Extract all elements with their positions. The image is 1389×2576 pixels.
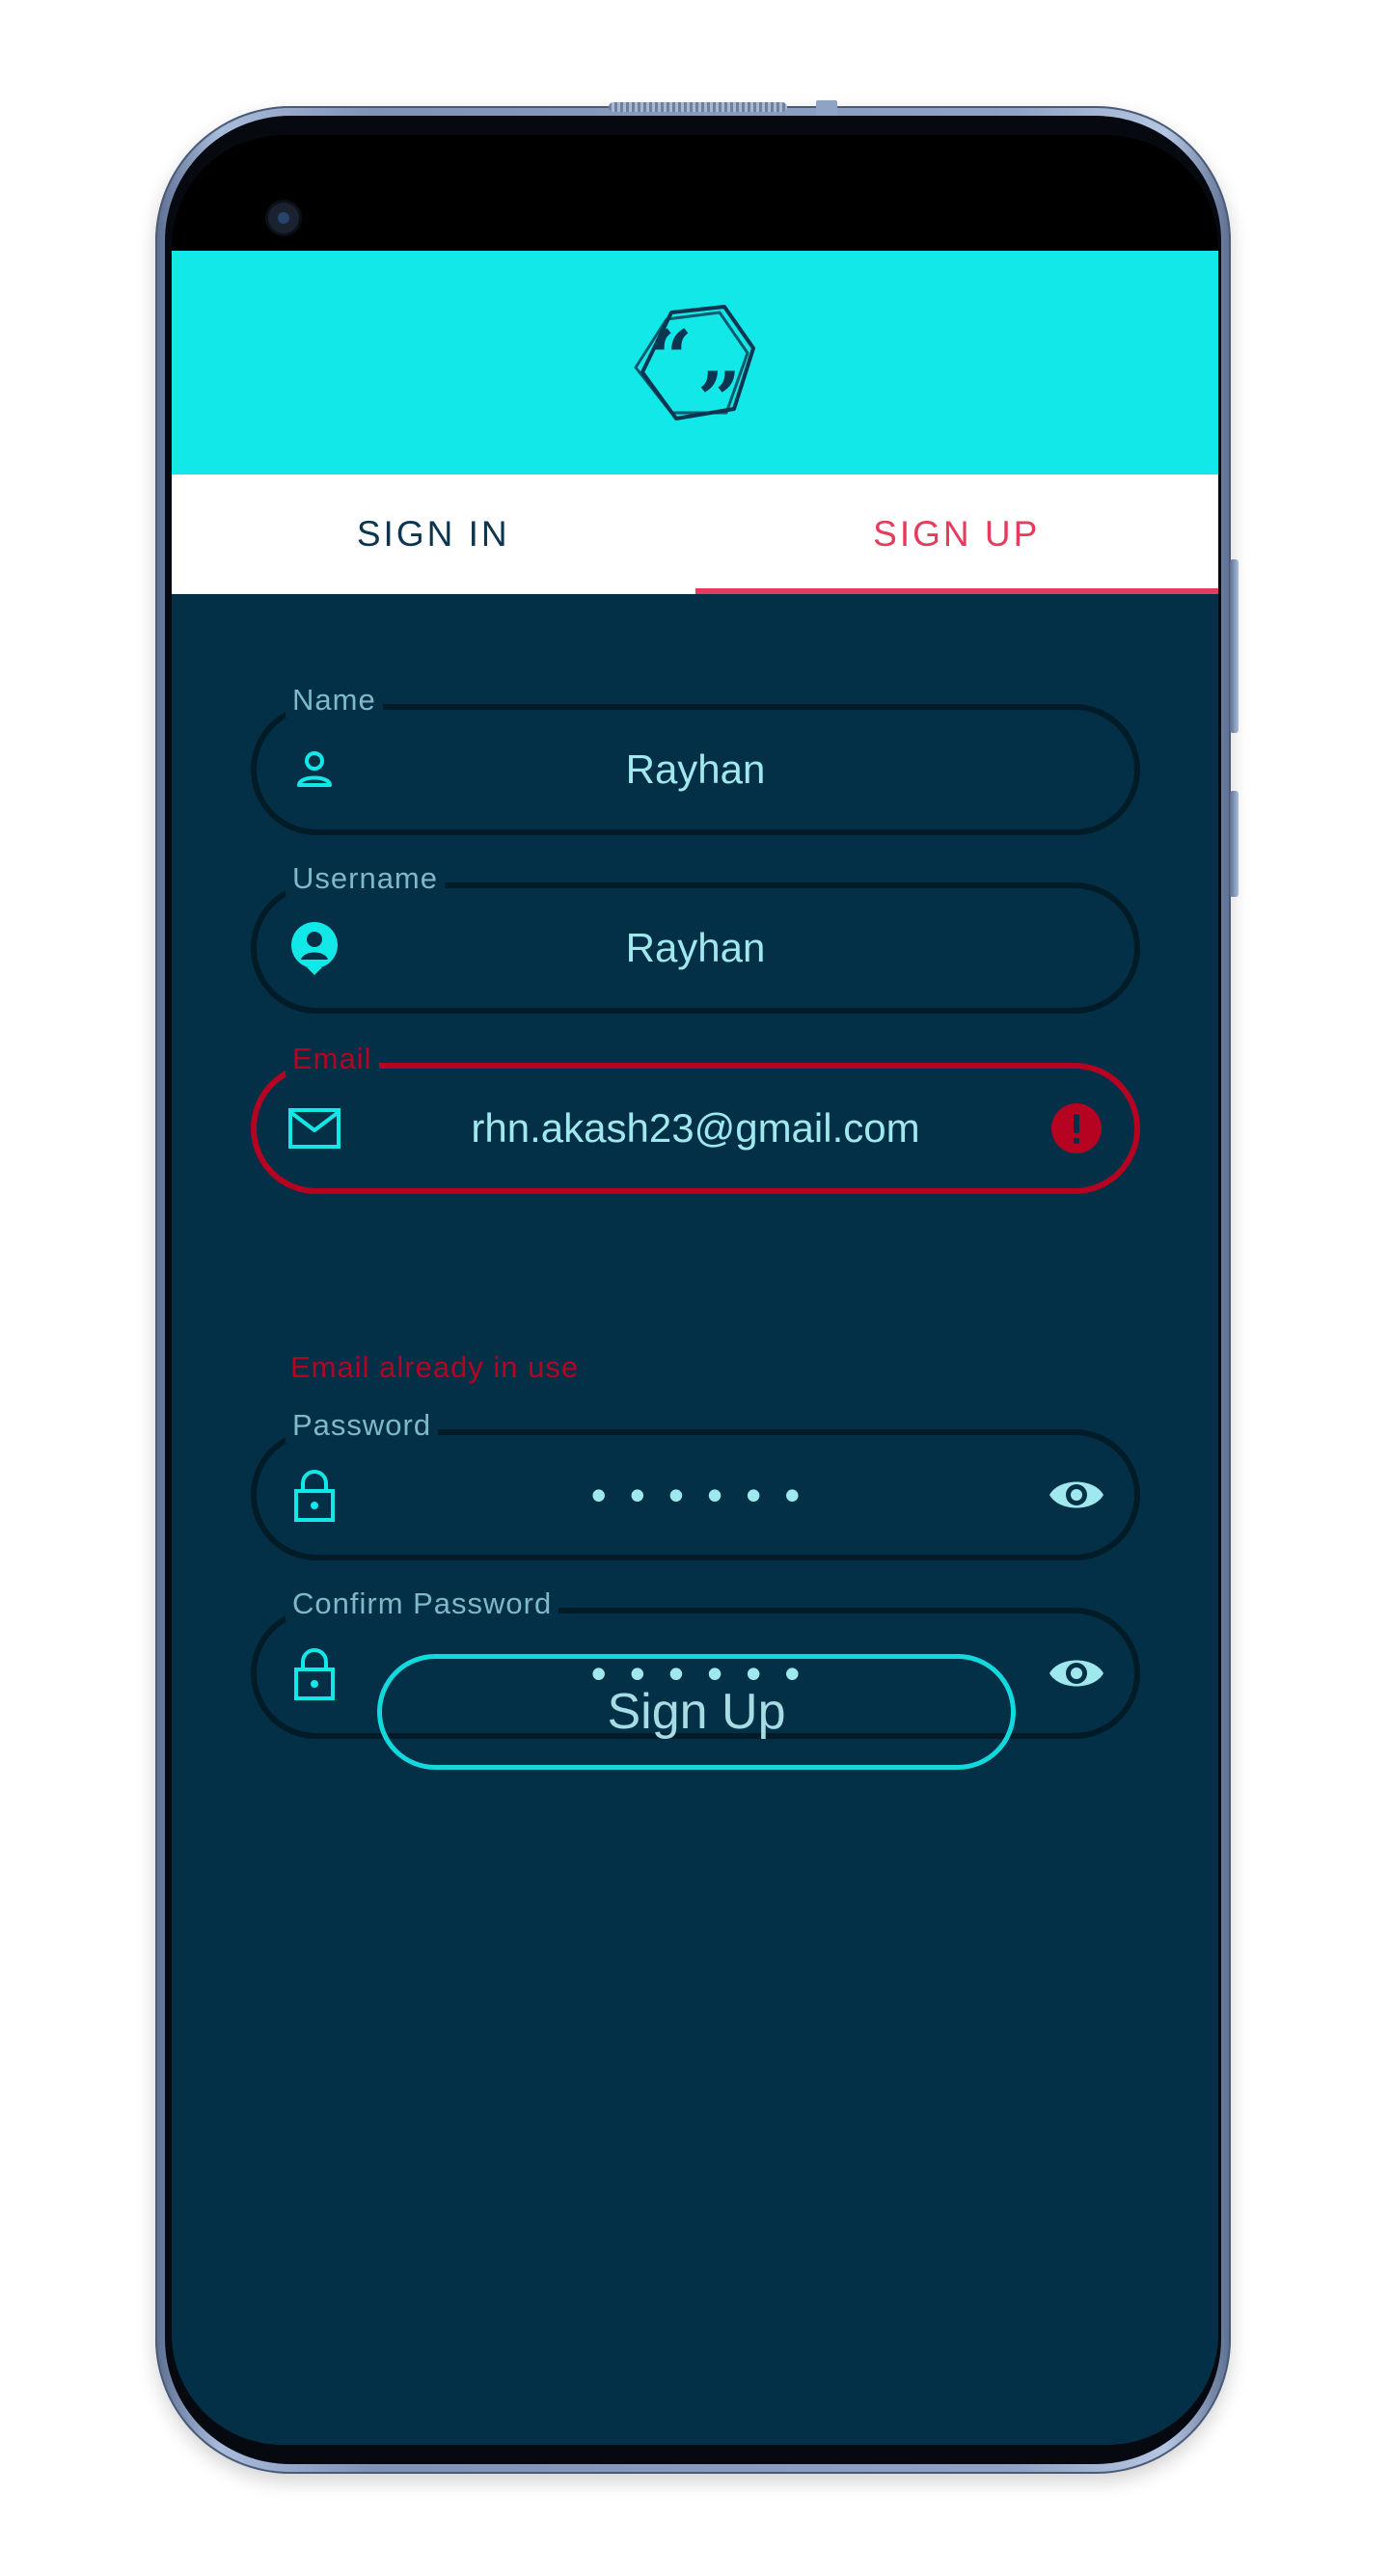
name-field[interactable]: Name Rayhan (251, 683, 1140, 835)
tab-sign-up[interactable]: SIGN UP (694, 475, 1219, 594)
email-input[interactable]: rhn.akash23@gmail.com (343, 1069, 1048, 1188)
quote-logo-icon: “ ” (628, 295, 763, 430)
side-button-lower (1230, 791, 1239, 897)
username-input[interactable]: Rayhan (343, 888, 1048, 1008)
error-icon (1046, 1098, 1107, 1159)
svg-text:“: “ (649, 314, 693, 402)
front-camera (268, 203, 299, 233)
account-circle-icon (287, 921, 341, 975)
person-icon (287, 743, 341, 797)
eye-icon[interactable] (1046, 1464, 1107, 1526)
stage: “ ” SIGN IN SIGN UP Name Rayhan Username (0, 0, 1389, 2576)
tab-sign-in[interactable]: SIGN IN (172, 475, 695, 594)
auth-tabs: SIGN IN SIGN UP (172, 475, 1218, 594)
lock-icon (287, 1468, 341, 1522)
username-field[interactable]: Username Rayhan (251, 861, 1140, 1014)
lock-icon (287, 1646, 341, 1700)
side-button-upper (1230, 559, 1239, 733)
eye-icon[interactable] (1046, 1642, 1107, 1704)
password-field[interactable]: Password •••••• (251, 1408, 1140, 1560)
mail-icon (287, 1101, 341, 1155)
svg-text:”: ” (697, 356, 741, 430)
sign-up-button[interactable]: Sign Up (377, 1654, 1016, 1770)
email-field[interactable]: Email rhn.akash23@gmail.com (251, 1042, 1140, 1194)
speaker-grille (609, 102, 787, 112)
email-error-message: Email already in use (290, 1350, 580, 1384)
password-input[interactable]: •••••• (343, 1435, 1048, 1555)
app-header: “ ” (172, 251, 1218, 475)
status-bar (172, 135, 1218, 251)
app-screen: “ ” SIGN IN SIGN UP Name Rayhan Username (172, 135, 1218, 2445)
name-input[interactable]: Rayhan (343, 710, 1048, 829)
